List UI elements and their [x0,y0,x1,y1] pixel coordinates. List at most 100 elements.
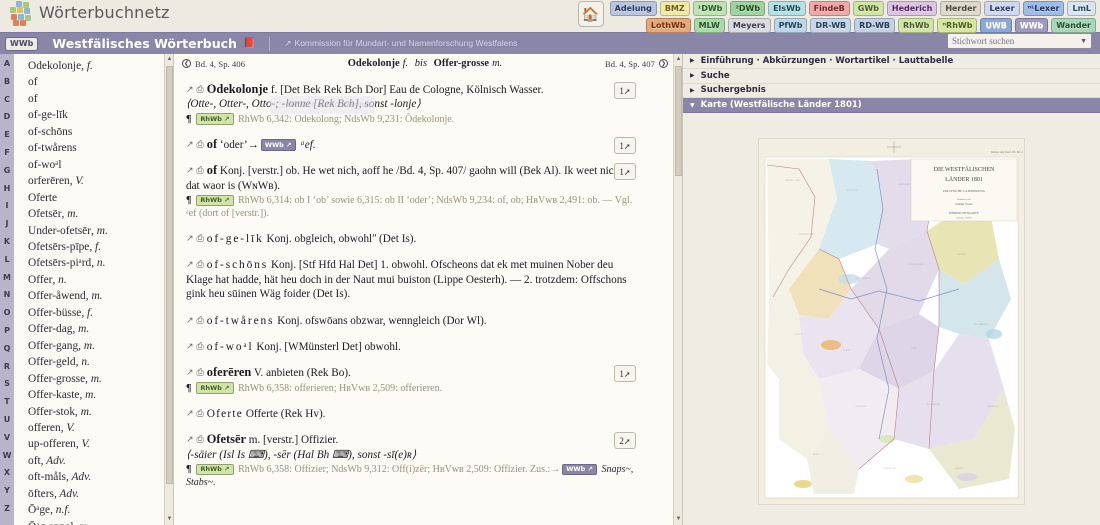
alphabet-letter-B[interactable]: B [0,73,14,91]
dictionary-button-Wander[interactable]: Wander [1051,18,1096,33]
print-icon[interactable]: ⎙ [197,231,204,245]
list-item[interactable]: of [28,91,173,107]
book-icon[interactable]: 📕 [243,38,255,49]
open-external-icon[interactable]: ↗ [186,82,194,96]
open-external-icon[interactable]: ↗ [186,432,194,446]
dictionary-button-RhWb[interactable]: RhWb [898,18,935,33]
accordion-section-4[interactable]: ▼ Karte (Westfälische Länder 1801) [683,98,1100,114]
open-external-icon[interactable]: ↗ [186,257,194,271]
list-item[interactable]: Offer-dag, m. [28,321,173,337]
dictionary-button-GWb[interactable]: GWb [852,1,884,16]
print-icon[interactable]: ⎙ [197,82,204,96]
list-item[interactable]: of-twårens [28,140,173,156]
dictionary-button-PfWb[interactable]: PfWb [773,18,808,33]
alphabet-letter-L[interactable]: L [0,251,14,269]
alphabet-letter-Y[interactable]: Y [0,482,14,500]
dictionary-button-Herder[interactable]: Herder [940,1,982,16]
list-item[interactable]: Offer-stok, m. [28,404,173,420]
list-item[interactable]: Offer, n. [28,272,173,288]
dictionary-button-MLW[interactable]: MLW [693,18,725,33]
print-icon[interactable]: ⎙ [197,313,204,327]
cross-ref-badge-rhwb[interactable]: RhWb ↗ [196,113,234,125]
open-external-icon[interactable]: ↗ [186,406,194,420]
alphabet-letter-E[interactable]: E [0,126,14,144]
dictionary-button-DRWB[interactable]: DR-WB [810,18,852,33]
scroll-down-icon[interactable]: ▼ [165,514,173,525]
open-external-icon[interactable]: ↗ [186,313,194,327]
alphabet-letter-U[interactable]: U [0,411,14,429]
alphabet-letter-G[interactable]: G [0,162,14,180]
entry-reference-count[interactable]: 1➚ [614,365,636,383]
alphabet-letter-M[interactable]: M [0,269,14,287]
alphabet-letter-F[interactable]: F [0,144,14,162]
dictionary-button-RhWb[interactable]: ⁿRhWb [937,18,978,33]
alphabet-letter-P[interactable]: P [0,322,14,340]
article-scroll-thumb[interactable] [675,66,682,176]
dictionary-button-Meyers[interactable]: Meyers [727,18,771,33]
list-item[interactable]: Under-ofetsēr, m. [28,223,173,239]
list-item[interactable]: Odekolonje, f. [28,58,173,74]
search-input[interactable]: Stichwort suchen ▼ [947,33,1092,49]
print-icon[interactable]: ⎙ [197,406,204,420]
dictionary-button-WWb[interactable]: WWb [1014,18,1049,33]
alphabet-letter-O[interactable]: O [0,304,14,322]
list-item[interactable]: offeren, V. [28,420,173,436]
list-item[interactable]: Offer-geld, n. [28,354,173,370]
dictionary-button-RDWB[interactable]: RD-WB [854,18,895,33]
cross-ref-badge-rhwb[interactable]: RhWb ↗ [196,463,234,476]
alphabet-letter-H[interactable]: H [0,180,14,198]
dictionary-button-Lexer[interactable]: Lexer [984,1,1020,16]
list-item[interactable]: up-offeren, V. [28,436,173,452]
accordion-section-2[interactable]: ▶ Suche [683,68,1100,84]
alphabet-letter-W[interactable]: W [0,447,14,465]
next-column-icon[interactable]: ❯ [658,59,668,68]
list-item[interactable]: Ofetsērs-pīpe, f. [28,239,173,255]
dictionary-button-LmL[interactable]: LmL [1067,1,1096,16]
list-item[interactable]: of-ge-līk [28,107,173,123]
accordion-section-3[interactable]: ▶ Suchergebnis [683,83,1100,99]
list-item[interactable]: Offer-kaste, m. [28,387,173,403]
open-external-icon[interactable]: ↗ [186,231,194,245]
entry-reference-count[interactable]: 1➚ [614,136,636,154]
dictionary-button-BMZ[interactable]: BMZ [659,1,690,16]
dictionary-button-DWb[interactable]: ²DWb [730,1,766,16]
list-item[interactable]: of-woᵃl [28,157,173,173]
list-item[interactable]: Ofetsēr, m. [28,206,173,222]
lemma-list-scrollbar[interactable]: ▲ ▼ [164,54,173,525]
cross-ref-badge-wwb[interactable]: WWb ↗ [260,139,296,151]
scroll-thumb[interactable] [166,66,173,484]
alphabet-letter-R[interactable]: R [0,358,14,376]
list-item[interactable]: oft-måls, Adv. [28,469,173,485]
historical-map-image[interactable]: Beilage zum Westf. Wb. Bd. 4 NIEDERLANDE… [759,139,1024,505]
list-item[interactable]: of-schōns [28,124,173,140]
list-item[interactable]: of [28,74,173,90]
alphabet-letter-Q[interactable]: Q [0,340,14,358]
entry-reference-count[interactable]: 1➚ [614,82,636,99]
article-scroll-down-icon[interactable]: ▼ [674,514,683,525]
scroll-up-icon[interactable]: ▲ [165,54,173,65]
alphabet-letter-X[interactable]: X [0,464,14,482]
dictionary-button-Hederich[interactable]: Hederich [886,1,938,16]
entry-reference-count[interactable]: 1➚ [614,163,636,181]
dictionary-button-UWB[interactable]: UWB [980,18,1012,33]
dictionary-button-Adelung[interactable]: Adelung [609,1,657,16]
alphabet-letter-J[interactable]: J [0,215,14,233]
print-icon[interactable]: ⎙ [197,339,204,353]
brand-logo[interactable]: Wörterbuchnetz [0,0,170,26]
chevron-down-icon[interactable]: ▼ [1080,37,1087,45]
alphabet-letter-T[interactable]: T [0,393,14,411]
dictionary-button-Lexer[interactable]: ⁿᴸLexer [1022,1,1065,16]
open-external-icon[interactable]: ↗ [186,137,194,151]
cross-ref-badge-rhwb[interactable]: RhWb ↗ [196,194,234,207]
lemma-list[interactable]: Odekolonje, f. of of of-ge-līk of-schōns of-t… [14,54,174,525]
alphabet-letter-V[interactable]: V [0,429,14,447]
print-icon[interactable]: ⎙ [197,365,204,379]
alphabet-letter-D[interactable]: D [0,108,14,126]
alphabet-letter-K[interactable]: K [0,233,14,251]
alphabet-letter-A[interactable]: A [0,55,14,73]
dictionary-button-FindeB[interactable]: FindeB [808,1,850,16]
list-item[interactable]: Ofetsērs-piᵃrd, n. [28,255,173,271]
header-subtitle-link[interactable]: ↗ Kommission für Mundart- und Namenforsch… [284,38,517,49]
alphabet-letter-N[interactable]: N [0,286,14,304]
article-scrollbar[interactable]: ▲ ▼ [673,54,682,525]
